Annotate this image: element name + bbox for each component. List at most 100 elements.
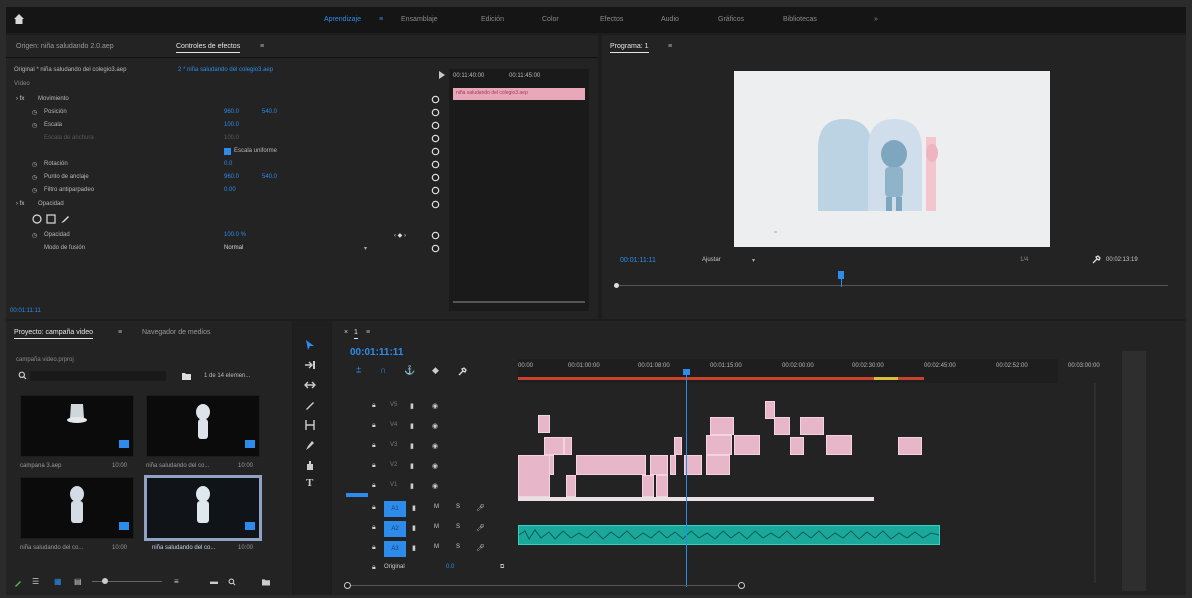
reset-icon[interactable]: [431, 134, 440, 143]
video-clip[interactable]: [790, 437, 804, 455]
timeline-current-time[interactable]: 00:01:11:11: [350, 347, 403, 358]
tab-program[interactable]: Programa: 1: [610, 43, 649, 53]
tab-media-browser[interactable]: Navegador de medios: [142, 329, 211, 336]
ellipse-mask-icon[interactable]: [32, 214, 42, 224]
sync-lock-icon[interactable]: ▮: [410, 422, 414, 430]
workspace-tab-color[interactable]: Color: [542, 16, 559, 23]
program-playhead[interactable]: [838, 271, 844, 279]
video-clip[interactable]: [518, 455, 550, 497]
video-clip[interactable]: [774, 417, 790, 435]
lock-icon[interactable]: 🔒︎: [372, 442, 376, 450]
clip-target-label[interactable]: 2 * niña saludando del colegio3.aep: [178, 67, 273, 73]
video-clip[interactable]: [800, 417, 824, 435]
reset-icon[interactable]: [431, 186, 440, 195]
anchor-x-value[interactable]: 960.0: [224, 174, 239, 180]
reset-icon[interactable]: [431, 108, 440, 117]
project-item-thumbnail[interactable]: [20, 477, 134, 539]
scrub-start-handle[interactable]: [614, 283, 619, 288]
sort-icon[interactable]: ≡: [174, 577, 179, 586]
fit-select[interactable]: Ajustar: [702, 257, 721, 263]
video-clip[interactable]: [734, 435, 760, 455]
scrollbar-end-handle[interactable]: [738, 582, 745, 589]
video-clip[interactable]: [566, 475, 576, 497]
property-row-modo-fusion[interactable]: Modo de fusión Normal ▾: [6, 242, 446, 255]
track-header-v3[interactable]: 🔒︎ V3 ▮ ◉: [372, 439, 512, 456]
magnet-icon[interactable]: ∩: [380, 365, 386, 375]
keyframe-nav-icon[interactable]: ‹ ◆ ›: [394, 232, 406, 239]
reset-icon[interactable]: [431, 95, 440, 104]
scale-value[interactable]: 100.0: [224, 122, 239, 128]
opacity-value[interactable]: 100.0 %: [224, 232, 246, 238]
property-row-rotacion[interactable]: ◷ Rotación 0.0: [6, 158, 446, 171]
project-item-thumbnail[interactable]: [20, 395, 134, 457]
workspace-tab-bibliotecas[interactable]: Bibliotecas: [783, 16, 817, 23]
lock-icon[interactable]: 🔒︎: [372, 462, 376, 470]
video-clip[interactable]: [674, 437, 682, 455]
property-row-punto-anclaje[interactable]: ◷ Punto de anclaje 960.0 540.0: [6, 171, 446, 184]
workspace-tab-edicion[interactable]: Edición: [481, 16, 504, 23]
razor-tool-icon[interactable]: [304, 399, 316, 411]
master-track-value[interactable]: 0.0: [446, 564, 454, 570]
snap-icon[interactable]: ⩲: [356, 365, 361, 376]
effect-controls-time[interactable]: 00:01:11:11: [10, 308, 41, 314]
source-patch-v1[interactable]: [346, 493, 368, 497]
lock-icon[interactable]: 🔒︎: [372, 422, 376, 430]
property-row-filtro[interactable]: ◷ Filtro antiparpadeo 0.00: [6, 184, 446, 197]
lock-icon[interactable]: 🔒︎: [372, 544, 376, 552]
sync-lock-icon[interactable]: ▮: [410, 402, 414, 410]
reset-icon[interactable]: [431, 147, 440, 156]
workspace-tab-aprendizaje[interactable]: Aprendizaje: [324, 16, 361, 23]
sync-lock-icon[interactable]: ▮: [412, 504, 416, 512]
lock-icon[interactable]: 🔒︎: [372, 564, 376, 572]
quality-select[interactable]: 1/4: [1020, 257, 1028, 263]
home-icon[interactable]: [12, 12, 26, 26]
tab-source[interactable]: Origen: niña saludando 2.0.aep: [16, 43, 114, 50]
video-clip[interactable]: [706, 455, 730, 475]
tab-sequence[interactable]: 1: [354, 329, 358, 339]
position-y-value[interactable]: 540.0: [262, 109, 277, 115]
property-row-opacidad-group[interactable]: › fx Opacidad: [6, 198, 446, 211]
mini-timeline-scrollbar[interactable]: [453, 301, 585, 303]
track-header-v4[interactable]: 🔒︎ V4 ▮ ◉: [372, 419, 512, 436]
stopwatch-icon[interactable]: ◷: [32, 174, 37, 181]
ripple-edit-tool-icon[interactable]: [304, 379, 316, 391]
video-clip[interactable]: [706, 435, 732, 455]
panel-menu-icon[interactable]: ≡: [366, 329, 370, 336]
linked-selection-icon[interactable]: ⚓: [404, 365, 415, 376]
microphone-icon[interactable]: 🎤︎: [476, 524, 485, 532]
wrench-icon[interactable]: [1092, 255, 1101, 264]
sync-lock-icon[interactable]: ▮: [410, 482, 414, 490]
anchor-y-value[interactable]: 540.0: [262, 174, 277, 180]
mute-button[interactable]: M: [434, 544, 439, 550]
workspace-tab-graficos[interactable]: Gráficos: [718, 16, 744, 23]
workspace-tab-efectos[interactable]: Efectos: [600, 16, 623, 23]
eye-icon[interactable]: ◉: [432, 482, 438, 490]
expand-track-icon[interactable]: ⧉: [500, 564, 504, 571]
pencil-icon[interactable]: [14, 579, 22, 587]
effect-mini-timeline[interactable]: 00:11:40:00 00:11:45:00 niña saludando d…: [449, 69, 589, 311]
timeline-playhead-handle[interactable]: [683, 369, 690, 375]
lock-icon[interactable]: 🔒︎: [372, 504, 376, 512]
zoom-slider-handle[interactable]: [102, 578, 108, 584]
video-clip[interactable]: [576, 455, 646, 475]
clip-path-label[interactable]: Original * niña saludando del colegio3.a…: [14, 67, 126, 73]
video-clip[interactable]: [826, 435, 852, 455]
track-header-a3[interactable]: 🔒︎ A3 ▮ M S 🎤︎: [372, 541, 512, 558]
reset-icon[interactable]: [431, 231, 440, 240]
folder-icon[interactable]: [182, 372, 191, 380]
track-header-a2[interactable]: 🔒︎ A2 ▮ M S 🎤︎: [372, 521, 512, 538]
stopwatch-icon[interactable]: ◷: [32, 109, 37, 116]
eye-icon[interactable]: ◉: [432, 442, 438, 450]
stopwatch-icon[interactable]: ◷: [32, 187, 37, 194]
eye-icon[interactable]: ◉: [432, 402, 438, 410]
workspace-overflow-button[interactable]: »: [874, 16, 878, 23]
property-row-escala-anchura[interactable]: Escala de anchura 100.0: [6, 132, 446, 145]
sync-lock-icon[interactable]: ▮: [410, 462, 414, 470]
workspace-menu-icon[interactable]: ≡: [379, 16, 383, 23]
program-current-time[interactable]: 00:01:11:11: [620, 257, 656, 264]
wrench-icon[interactable]: [458, 367, 467, 376]
reset-icon[interactable]: [431, 121, 440, 130]
lock-icon[interactable]: 🔒︎: [372, 524, 376, 532]
sync-lock-icon[interactable]: ▮: [412, 524, 416, 532]
tab-project[interactable]: Proyecto: campaña video: [14, 329, 93, 339]
